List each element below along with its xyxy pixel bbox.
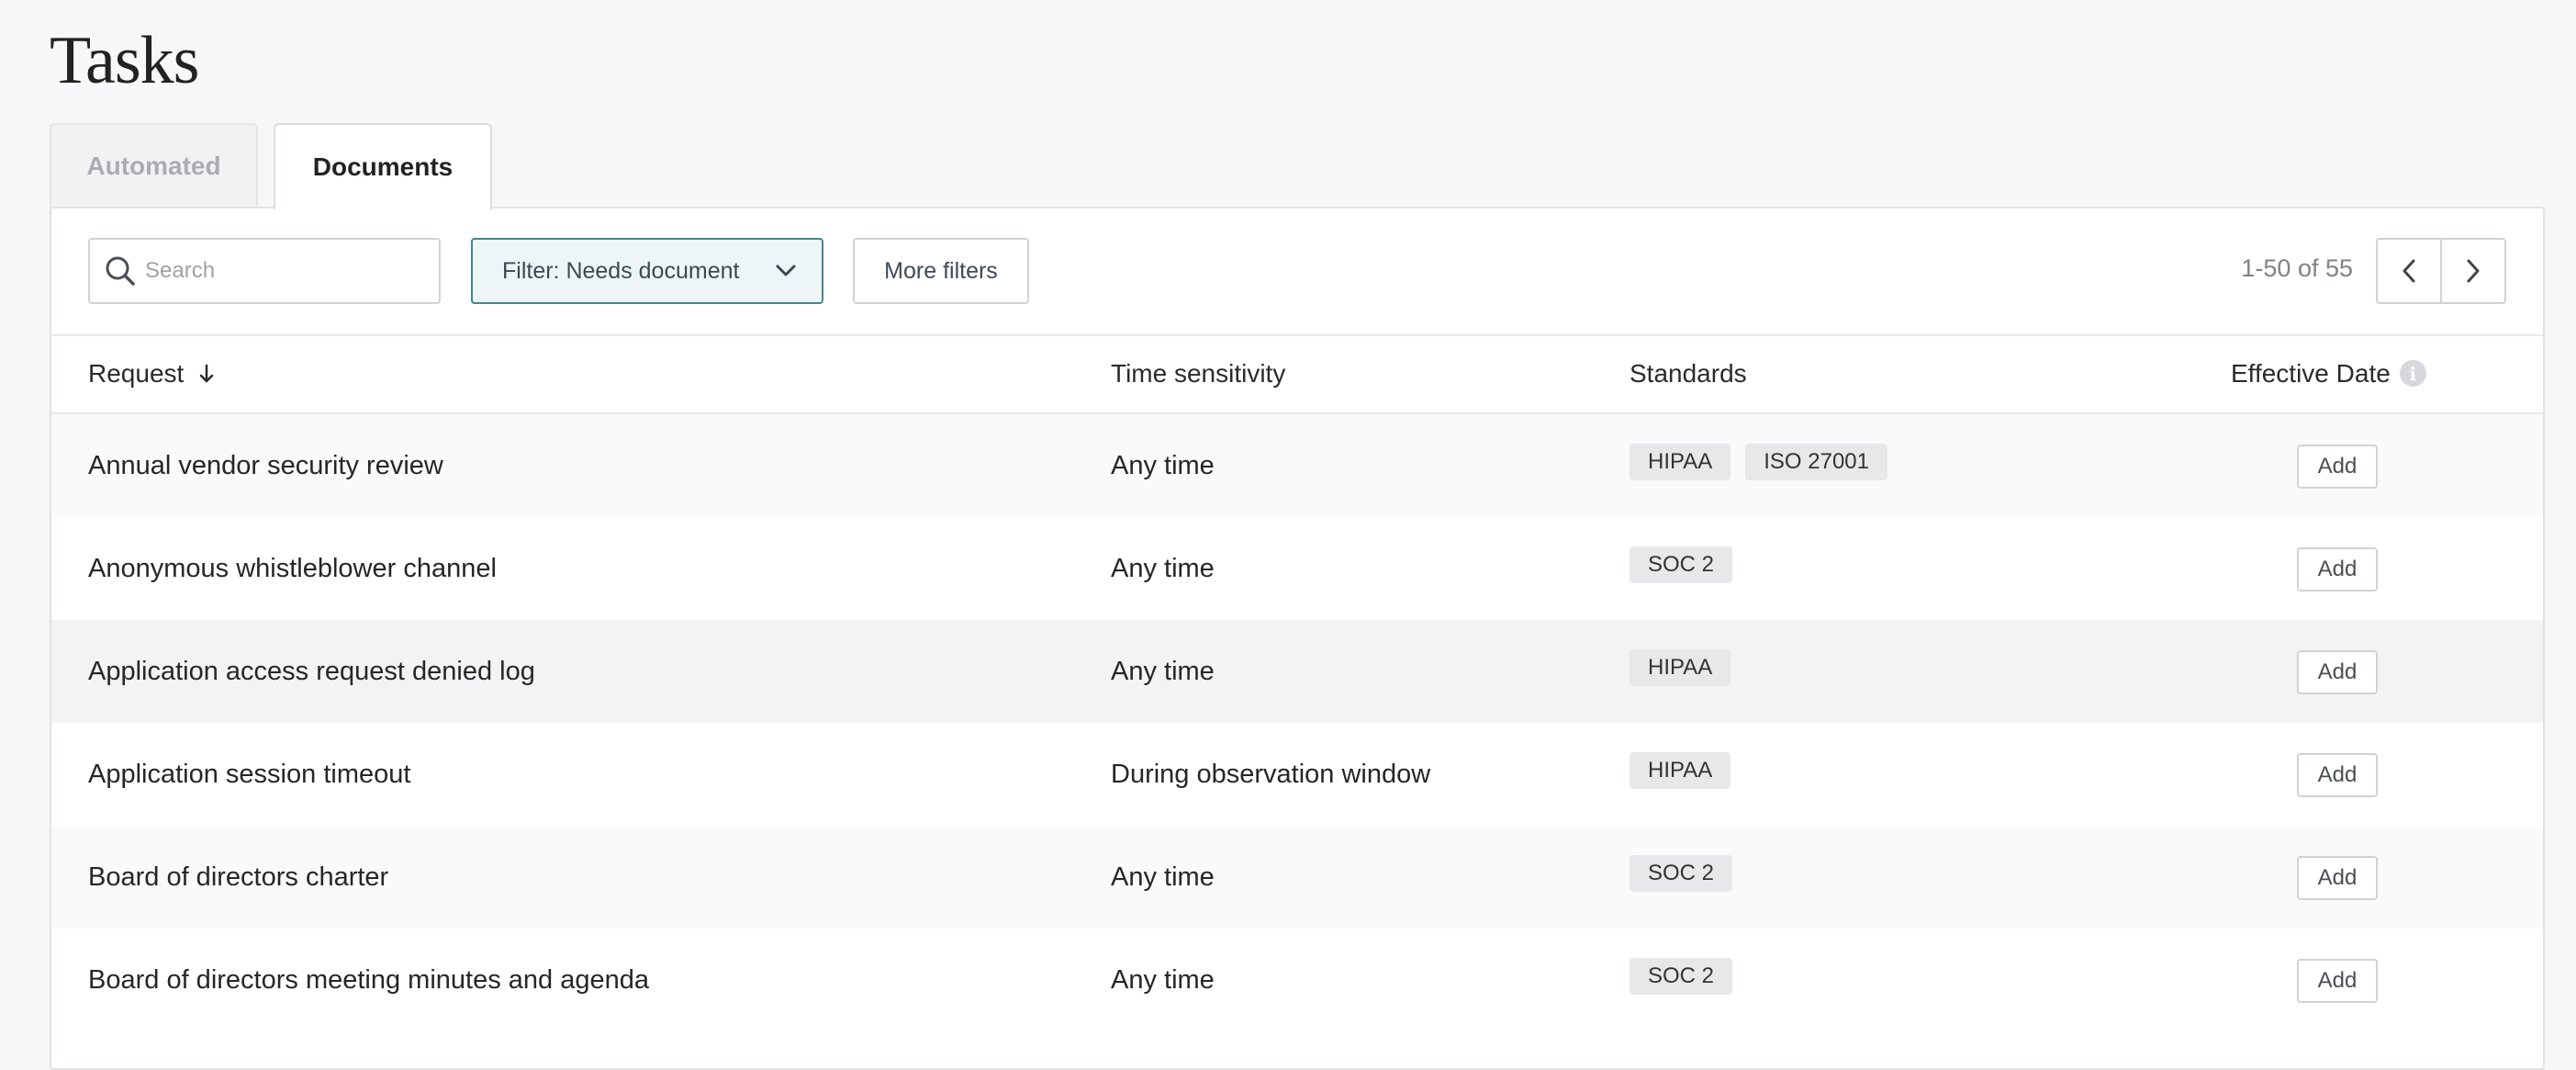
arrow-down-icon (200, 364, 214, 382)
standards-cell: SOC 2 (1630, 546, 1747, 583)
toolbar: Filter: Needs document More filters 1-50… (51, 208, 2543, 336)
time-sensitivity-cell: Any time (1111, 450, 1215, 480)
standards-cell: HIPAA ISO 27001 (1630, 444, 1902, 480)
time-sensitivity-cell: Any time (1111, 656, 1215, 686)
table-row[interactable]: Application access request denied log An… (51, 620, 2543, 723)
request-cell: Board of directors meeting minutes and a… (88, 964, 649, 995)
request-cell: Application session timeout (88, 759, 411, 789)
info-icon[interactable]: i (2399, 360, 2426, 387)
search-box[interactable] (88, 238, 441, 304)
page-title: Tasks (50, 23, 199, 98)
time-sensitivity-cell: Any time (1111, 862, 1215, 892)
standards-cell: HIPAA (1630, 752, 1745, 789)
add-effective-date-button[interactable]: Add (2297, 753, 2378, 797)
table-row[interactable]: Board of directors meeting minutes and a… (51, 929, 2543, 1031)
column-header-request[interactable]: Request (88, 334, 215, 412)
pagination-range: 1-50 of 55 (2241, 254, 2353, 282)
time-sensitivity-cell: Any time (1111, 964, 1215, 995)
standards-cell: SOC 2 (1630, 855, 1747, 892)
chevron-down-icon (776, 265, 796, 276)
table-row[interactable]: Application session timeout During obser… (51, 723, 2543, 826)
time-sensitivity-cell: During observation window (1111, 759, 1431, 789)
tab-automated[interactable]: Automated (50, 123, 258, 208)
documents-panel: Filter: Needs document More filters 1-50… (50, 207, 2545, 1070)
add-effective-date-button[interactable]: Add (2297, 650, 2378, 694)
table-row[interactable]: Annual vendor security review Any time H… (51, 414, 2543, 517)
search-input[interactable] (143, 257, 422, 285)
table-row[interactable]: Anonymous whistleblower channel Any time… (51, 517, 2543, 620)
standard-badge: HIPAA (1630, 752, 1731, 789)
chevron-right-icon (2467, 259, 2480, 283)
standard-badge: SOC 2 (1630, 546, 1733, 583)
column-header-effective-date[interactable]: Effective Date i (2231, 334, 2426, 412)
add-effective-date-button[interactable]: Add (2297, 445, 2378, 489)
standards-cell: SOC 2 (1630, 958, 1747, 995)
chevron-left-icon (2402, 259, 2415, 283)
table-header: Request Time sensitivity Standards Effec… (51, 334, 2543, 414)
filter-select[interactable]: Filter: Needs document (471, 238, 823, 304)
column-header-time-sensitivity[interactable]: Time sensitivity (1111, 334, 1285, 412)
tab-documents[interactable]: Documents (274, 123, 492, 209)
standard-badge: SOC 2 (1630, 855, 1733, 892)
next-page-button[interactable] (2440, 240, 2504, 302)
add-effective-date-button[interactable]: Add (2297, 547, 2378, 591)
filter-label: Filter: Needs document (502, 257, 740, 284)
more-filters-button[interactable]: More filters (853, 238, 1029, 304)
tab-bar: Automated Documents (50, 123, 492, 209)
standard-badge: ISO 27001 (1745, 444, 1887, 480)
standard-badge: HIPAA (1630, 444, 1731, 480)
request-cell: Application access request denied log (88, 656, 535, 686)
column-header-effective-date-label: Effective Date (2231, 358, 2391, 388)
add-effective-date-button[interactable]: Add (2297, 959, 2378, 1003)
standard-badge: SOC 2 (1630, 958, 1733, 995)
table-body: Annual vendor security review Any time H… (51, 414, 2543, 1031)
previous-page-button[interactable] (2378, 240, 2440, 302)
request-cell: Anonymous whistleblower channel (88, 553, 497, 583)
request-cell: Annual vendor security review (88, 450, 443, 480)
column-header-request-label: Request (88, 358, 185, 388)
search-icon (106, 256, 135, 286)
add-effective-date-button[interactable]: Add (2297, 856, 2378, 900)
standard-badge: HIPAA (1630, 649, 1731, 686)
request-cell: Board of directors charter (88, 862, 389, 892)
time-sensitivity-cell: Any time (1111, 553, 1215, 583)
pager (2376, 238, 2506, 304)
column-header-standards[interactable]: Standards (1630, 334, 1747, 412)
standards-cell: HIPAA (1630, 649, 1745, 686)
table-row[interactable]: Board of directors charter Any time SOC … (51, 826, 2543, 929)
